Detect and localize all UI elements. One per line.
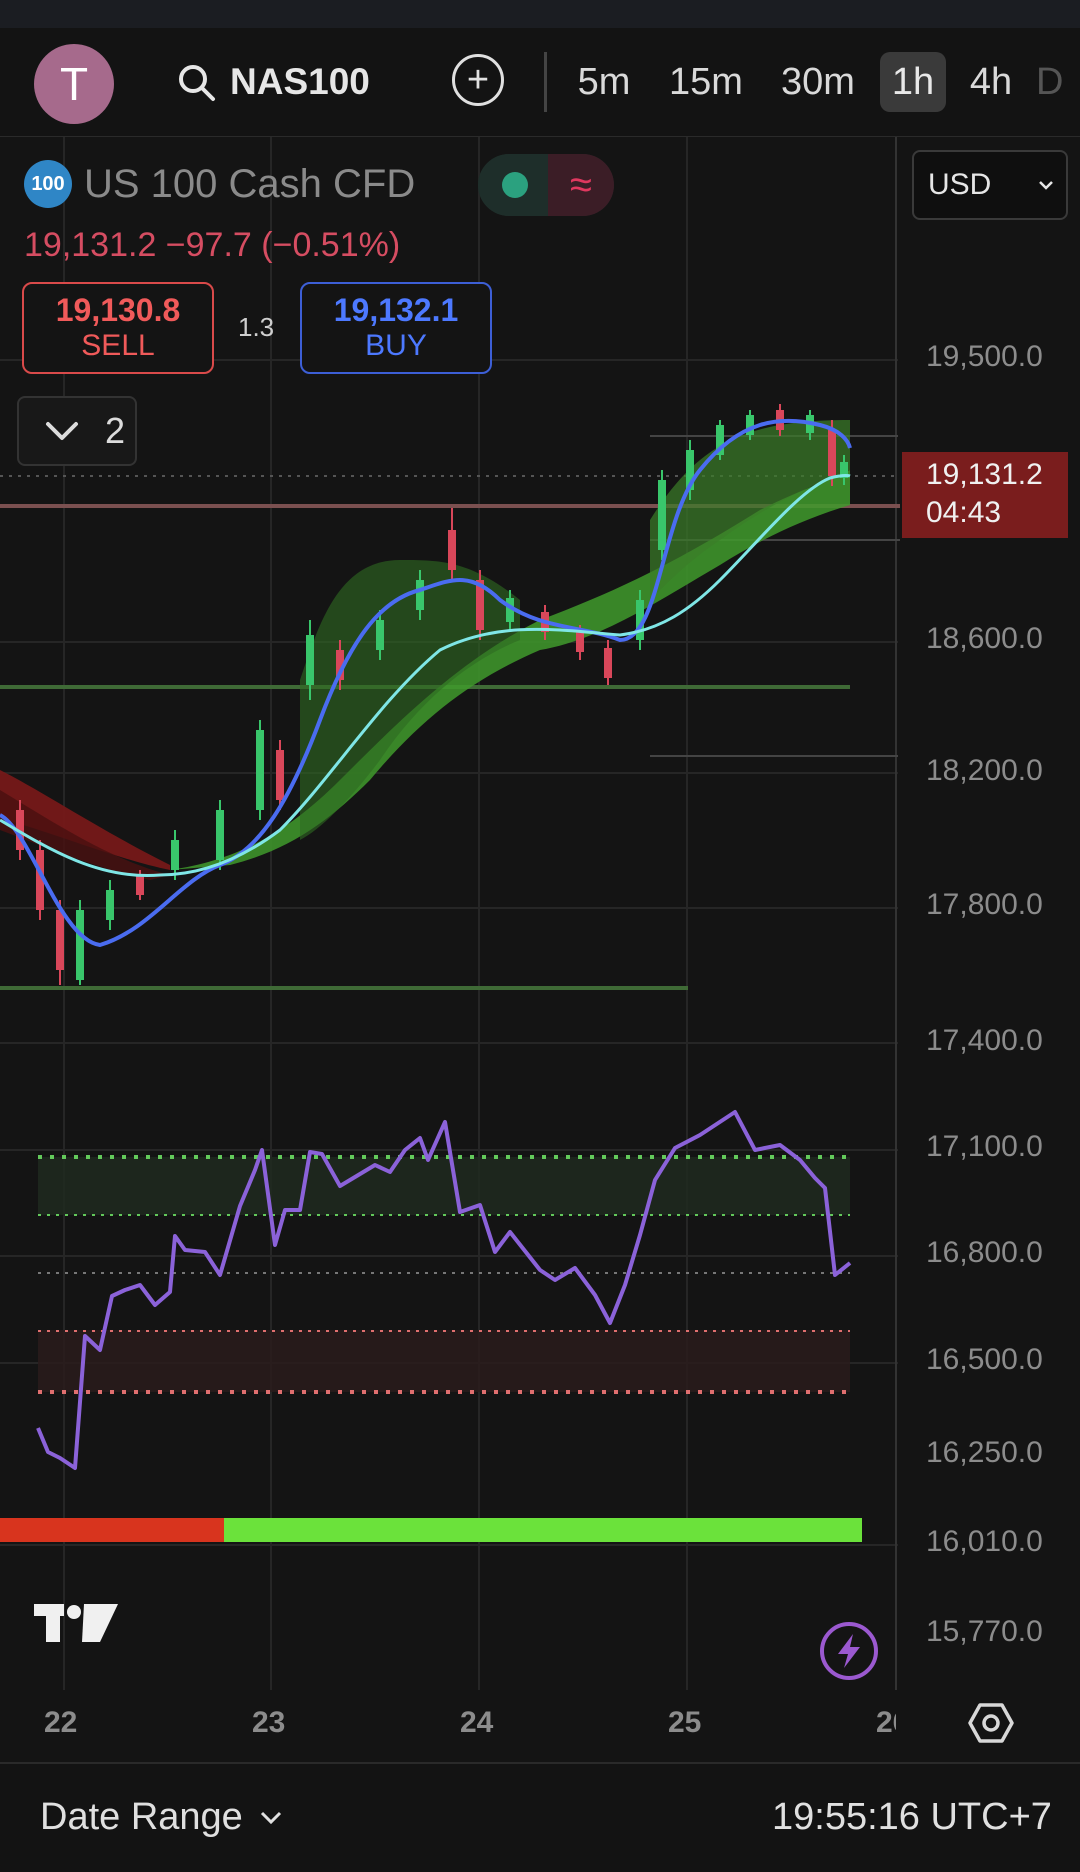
last-price-value: 19,131.2: [926, 458, 1043, 491]
instrument-title[interactable]: 100 US 100 Cash CFD: [24, 160, 415, 208]
chevron-down-icon: [260, 1811, 281, 1824]
price-axis-label: 16,250.0: [926, 1436, 1043, 1469]
tradingview-logo[interactable]: [32, 1600, 120, 1644]
price-change: 19,131.2 −97.7 (−0.51%): [24, 226, 401, 264]
wave-icon: ≈: [548, 154, 614, 216]
price-chart[interactable]: [0, 137, 1080, 1762]
chevron-down-icon: [1039, 181, 1053, 190]
currency-select[interactable]: USD: [912, 150, 1068, 220]
status-bar: [0, 0, 1080, 28]
indicators-count: 2: [105, 410, 126, 451]
date-range-button[interactable]: Date Range: [40, 1796, 283, 1839]
price-axis-label: 17,800.0: [926, 888, 1043, 921]
timeframe-15m[interactable]: 15m: [660, 52, 752, 112]
timeframe-4h[interactable]: 4h: [960, 52, 1022, 112]
timeframe-d[interactable]: D: [1036, 52, 1080, 112]
date-axis-label: 24: [460, 1706, 494, 1739]
symbol-search[interactable]: NAS100: [176, 52, 370, 112]
settings-icon[interactable]: [968, 1700, 1014, 1746]
timeframe-1h[interactable]: 1h: [880, 52, 946, 112]
status-dot-icon: [502, 172, 528, 198]
toolbar-divider: [544, 52, 547, 112]
buy-button[interactable]: 19,132.1 BUY: [300, 282, 492, 374]
last-price-tag: 19,131.2 04:43: [902, 452, 1068, 538]
market-open-indicator: [478, 154, 548, 216]
buy-price: 19,132.1: [333, 292, 459, 328]
add-icon: +: [466, 58, 490, 101]
indicators-toggle[interactable]: 2: [17, 396, 137, 466]
sell-price: 19,130.8: [55, 292, 181, 328]
sell-label: SELL: [81, 329, 155, 362]
add-symbol-button[interactable]: +: [452, 54, 504, 106]
spread-value: 1.3: [238, 312, 275, 342]
date-range-label: Date Range: [40, 1796, 243, 1838]
date-axis-label: 23: [252, 1706, 286, 1739]
timeframe-30m[interactable]: 30m: [770, 52, 866, 112]
price-axis-label: 16,500.0: [926, 1343, 1043, 1376]
currency-value: USD: [928, 168, 992, 201]
search-icon: [179, 65, 215, 101]
date-axis-label: 22: [44, 1706, 78, 1739]
price-axis-label: 18,200.0: [926, 754, 1043, 787]
lightning-icon[interactable]: [818, 1620, 880, 1682]
bar-countdown: 04:43: [926, 496, 1002, 529]
price-axis-label: 15,770.0: [926, 1615, 1043, 1648]
symbol-search-text: NAS100: [230, 61, 370, 102]
market-status-pill[interactable]: ≈: [478, 154, 614, 216]
user-avatar[interactable]: T: [34, 44, 114, 124]
sell-button[interactable]: 19,130.8 SELL: [22, 282, 214, 374]
timezone-clock[interactable]: 19:55:16 UTC+7: [772, 1796, 1052, 1839]
timeframe-5m[interactable]: 5m: [568, 52, 640, 112]
chevron-down-icon: [46, 422, 78, 440]
date-axis-label: 26: [876, 1706, 896, 1739]
price-axis-label: 17,100.0: [926, 1130, 1043, 1163]
date-axis-label: 25: [668, 1706, 702, 1739]
instrument-badge: 100: [24, 160, 72, 208]
price-axis-label: 18,600.0: [926, 622, 1043, 655]
buy-label: BUY: [365, 329, 427, 362]
instrument-name: US 100 Cash CFD: [84, 161, 416, 206]
price-axis-label: 16,800.0: [926, 1236, 1043, 1269]
price-axis-label: 17,400.0: [926, 1024, 1043, 1057]
price-axis-label: 19,500.0: [926, 340, 1043, 373]
price-axis-label: 16,010.0: [926, 1525, 1043, 1558]
